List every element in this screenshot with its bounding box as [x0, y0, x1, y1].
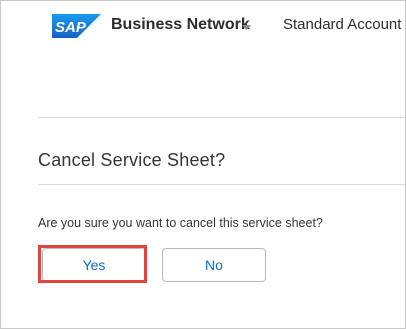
brand-name: Business Network: [111, 16, 250, 33]
divider-bottom: [38, 184, 406, 185]
sap-logo[interactable]: SAP: [52, 14, 101, 38]
dialog-title: Cancel Service Sheet?: [38, 150, 226, 170]
account-type-label[interactable]: Standard Account: [283, 16, 401, 33]
no-button[interactable]: No: [162, 248, 266, 282]
divider-top: [38, 117, 406, 118]
yes-button[interactable]: Yes: [42, 248, 146, 282]
sap-logo-text: SAP: [55, 19, 87, 36]
confirmation-message: Are you sure you want to cancel this ser…: [38, 216, 323, 230]
top-header: SAP Business Network Standard Account: [0, 0, 406, 52]
chevron-down-icon[interactable]: [242, 25, 251, 30]
